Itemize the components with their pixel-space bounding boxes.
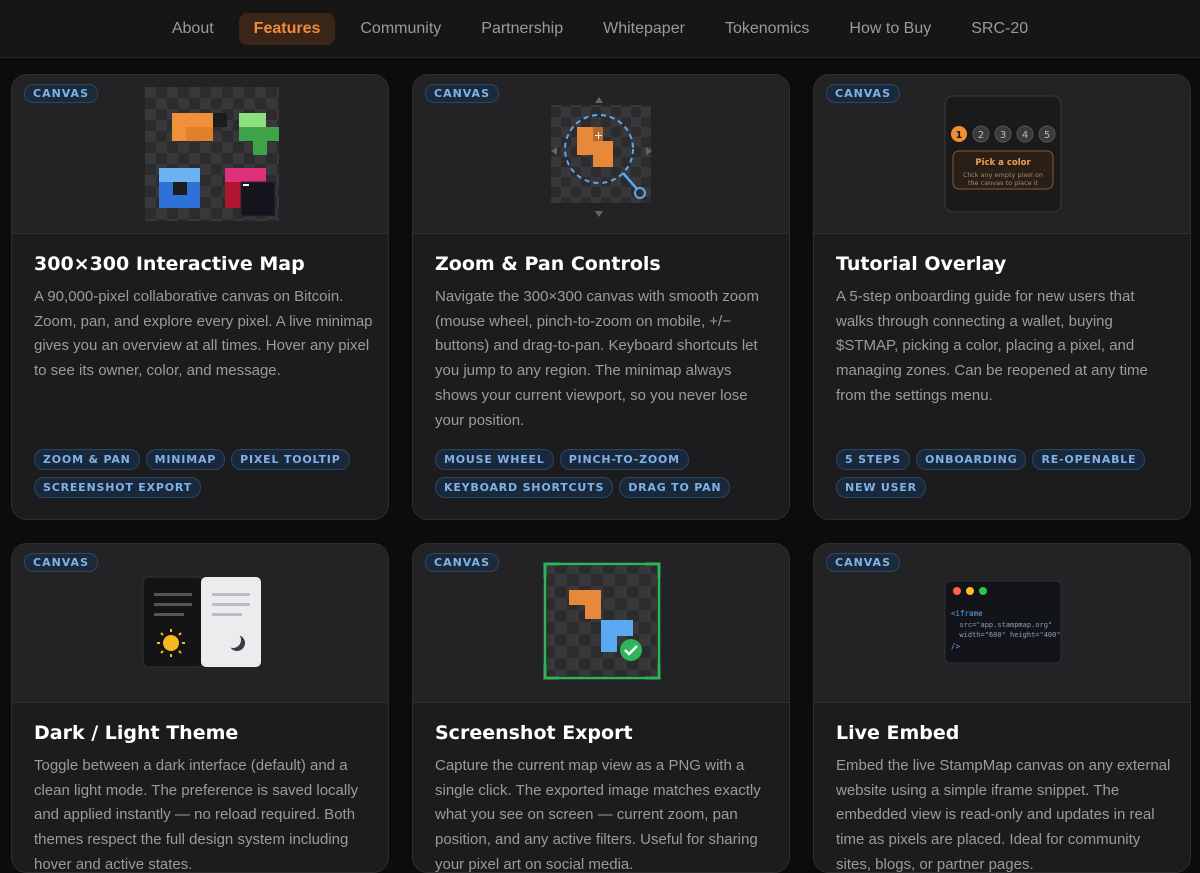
feature-card-live-embed[interactable]: <iframe src="app.stampmap.org" width="60… (813, 543, 1191, 873)
pixel-grid-icon (145, 87, 279, 221)
card-description: Navigate the 300×300 canvas with smooth … (435, 288, 759, 429)
card-title: Screenshot Export (435, 722, 633, 744)
step-4: 4 (1022, 130, 1028, 141)
step-3: 3 (1000, 130, 1006, 141)
tag: MOUSE WHEEL (435, 449, 554, 470)
feature-card-zoom-pan[interactable]: + CANVAS Zoom & Pan Controls Navigate th… (412, 74, 790, 520)
card-preview: CANVAS (413, 544, 789, 703)
tag-list: 5 STEPS ONBOARDING RE-OPENABLE NEW USER (836, 449, 1176, 498)
tag-list: MOUSE WHEEL PINCH-TO-ZOOM KEYBOARD SHORT… (435, 449, 775, 498)
tag: ONBOARDING (916, 449, 1027, 470)
tutorial-box-line1: Click any empty pixel on (963, 171, 1043, 179)
step-1: 1 (956, 130, 963, 141)
nav-about[interactable]: About (157, 13, 229, 45)
svg-text:+: + (594, 129, 603, 142)
card-badge: CANVAS (826, 553, 900, 572)
card-description: A 5-step onboarding guide for new users … (836, 288, 1148, 404)
tag: MINIMAP (145, 449, 226, 470)
card-badge: CANVAS (24, 84, 98, 103)
top-nav: About Features Community Partnership Whi… (0, 0, 1200, 58)
tag: ZOOM & PAN (34, 449, 140, 470)
card-preview: 1 2 3 4 5 Pick a color Click any empty p… (814, 75, 1190, 234)
tag-list: ZOOM & PAN MINIMAP PIXEL TOOLTIP SCREENS… (34, 449, 374, 498)
nav-community[interactable]: Community (345, 13, 456, 45)
step-5: 5 (1044, 130, 1050, 141)
card-preview: <iframe src="app.stampmap.org" width="60… (814, 544, 1190, 703)
card-title: Tutorial Overlay (836, 253, 1007, 275)
feature-card-theme[interactable]: CANVAS Dark / Light Theme Toggle between… (11, 543, 389, 873)
card-badge: CANVAS (24, 553, 98, 572)
card-title: Live Embed (836, 722, 960, 744)
nav-features[interactable]: Features (238, 12, 336, 45)
nav-whitepaper[interactable]: Whitepaper (588, 13, 700, 45)
card-title: 300×300 Interactive Map (34, 253, 305, 275)
nav-tokenomics[interactable]: Tokenomics (710, 13, 824, 45)
card-badge: CANVAS (826, 84, 900, 103)
nav-src20[interactable]: SRC-20 (956, 13, 1043, 45)
card-badge: CANVAS (425, 84, 499, 103)
card-description: Embed the live StampMap canvas on any ex… (836, 757, 1171, 873)
tutorial-box-line2: the canvas to place it (968, 179, 1039, 187)
card-description: Toggle between a dark interface (default… (34, 757, 359, 873)
tag: SCREENSHOT EXPORT (34, 477, 201, 498)
tag: PIXEL TOOLTIP (231, 449, 350, 470)
card-description: A 90,000-pixel collaborative canvas on B… (34, 288, 373, 380)
nav-partnership[interactable]: Partnership (466, 13, 578, 45)
card-description: Capture the current map view as a PNG wi… (435, 757, 761, 873)
code-line-1: <iframe (951, 609, 983, 618)
card-preview: CANVAS (12, 544, 388, 703)
tag: DRAG TO PAN (619, 477, 731, 498)
step-2: 2 (978, 130, 984, 141)
card-preview: CANVAS (12, 75, 388, 234)
tag: NEW USER (836, 477, 926, 498)
tutorial-box-title: Pick a color (975, 158, 1031, 168)
code-line-4: /> (951, 642, 961, 651)
card-preview: + CANVAS (413, 75, 789, 234)
theme-toggle-icon (142, 576, 261, 668)
tag: 5 STEPS (836, 449, 911, 470)
card-title: Zoom & Pan Controls (435, 253, 661, 275)
feature-card-tutorial[interactable]: 1 2 3 4 5 Pick a color Click any empty p… (813, 74, 1191, 520)
code-window-icon: <iframe src="app.stampmap.org" width="60… (944, 580, 1062, 664)
nav-how-to-buy[interactable]: How to Buy (834, 13, 946, 45)
feature-card-interactive-map[interactable]: CANVAS 300×300 Interactive Map A 90,000-… (11, 74, 389, 520)
tag: PINCH-TO-ZOOM (559, 449, 689, 470)
card-badge: CANVAS (425, 553, 499, 572)
card-title: Dark / Light Theme (34, 722, 239, 744)
tag: RE-OPENABLE (1032, 449, 1146, 470)
tutorial-steps-icon: 1 2 3 4 5 Pick a color Click any empty p… (944, 95, 1062, 213)
magnifier-icon: + (551, 97, 652, 217)
feature-card-screenshot[interactable]: CANVAS Screenshot Export Capture the cur… (412, 543, 790, 873)
screenshot-check-icon (543, 562, 661, 680)
code-line-3: width="600" height="400" (951, 631, 1061, 639)
tag: KEYBOARD SHORTCUTS (435, 477, 614, 498)
code-line-2: src="app.stampmap.org" (951, 621, 1052, 629)
